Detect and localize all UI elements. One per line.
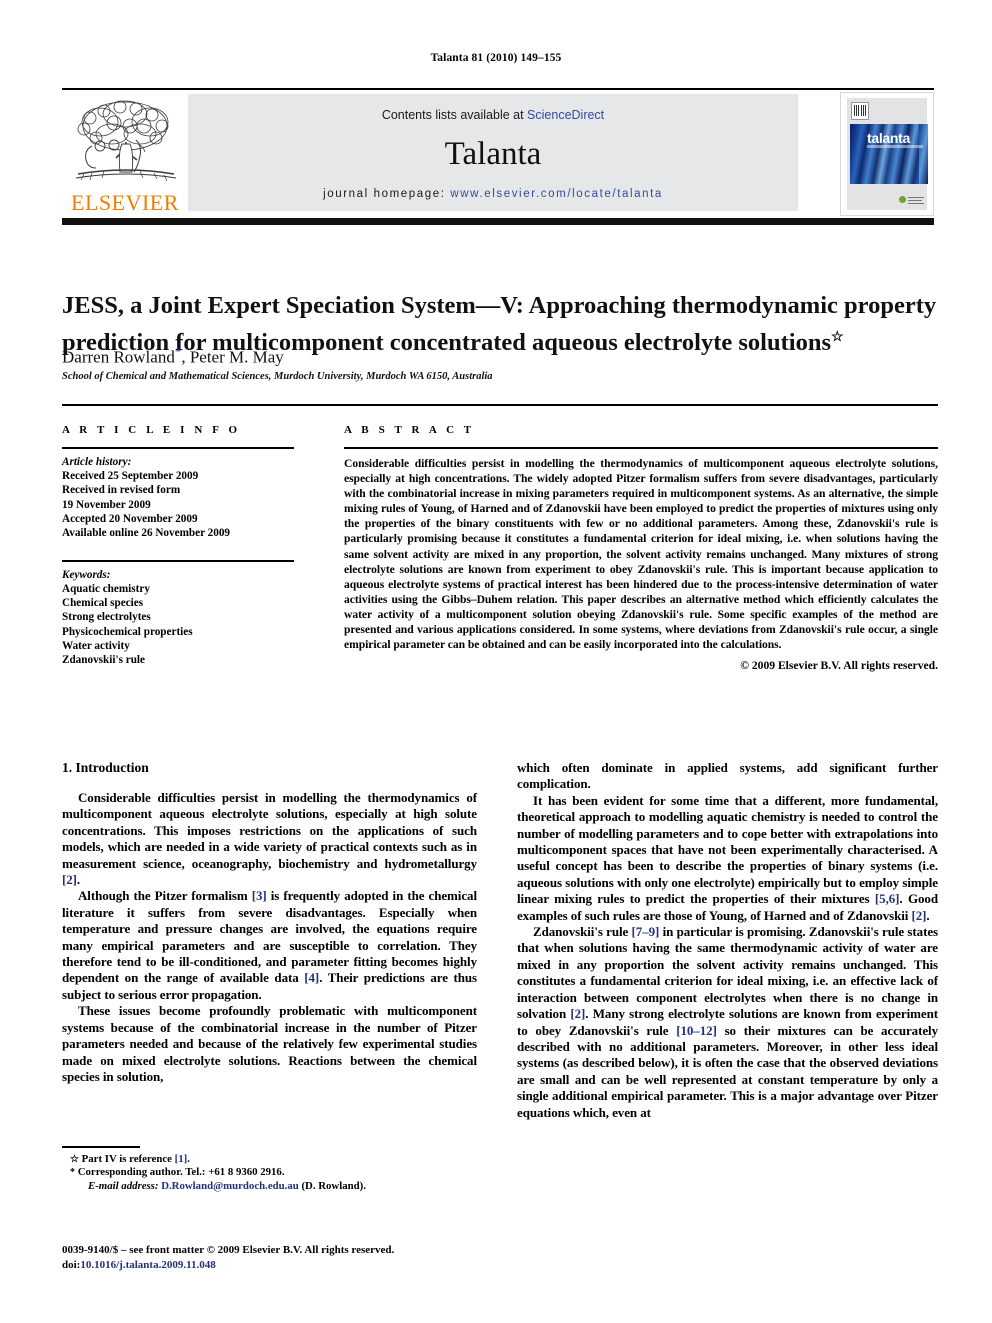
paragraph-text: Although the Pitzer formalism <box>78 888 252 904</box>
author-name-1: Darren Rowland <box>62 347 175 367</box>
citation-reference[interactable]: [3] <box>252 888 267 903</box>
section-heading-introduction: 1. Introduction <box>62 760 149 775</box>
footnote-part-text: Part IV is reference <box>81 1153 175 1165</box>
footnote-corresponding-author: * Corresponding author. Tel.: +61 8 9360… <box>62 1166 477 1179</box>
keyword-item: Zdanovskii's rule <box>62 653 145 666</box>
footnote-asterisk-marker: * <box>70 1167 75 1179</box>
keywords-heading: Keywords: <box>62 568 111 581</box>
elsevier-wordmark: ELSEVIER <box>71 190 179 215</box>
citation-reference[interactable]: [7–9] <box>632 924 660 939</box>
barcode-icon <box>851 102 869 120</box>
imprint-block: 0039-9140/$ – see front matter © 2009 El… <box>62 1243 492 1272</box>
article-history-item: 19 November 2009 <box>62 498 151 511</box>
doi-prefix: doi: <box>62 1258 81 1271</box>
doi-link[interactable]: 10.1016/j.talanta.2009.11.048 <box>80 1259 215 1271</box>
journal-cover-thumbnail: talanta <box>840 92 934 216</box>
abstract-text: Considerable difficulties persist in mod… <box>344 457 938 652</box>
contents-prefix-text: Contents lists available at <box>381 108 528 122</box>
paragraph: These issues become profoundly problemat… <box>62 1003 477 1085</box>
footnote-part-ref: [1] <box>174 1153 188 1165</box>
elsevier-logo: ELSEVIER <box>66 94 184 216</box>
citation-reference[interactable]: [2] <box>62 872 77 887</box>
doi-line: doi:10.1016/j.talanta.2009.11.048 <box>62 1258 492 1273</box>
abstract-copyright: © 2009 Elsevier B.V. All rights reserved… <box>740 659 938 673</box>
masthead-center-panel: Contents lists available at ScienceDirec… <box>188 94 798 211</box>
author-name-2: , Peter M. May <box>181 347 284 367</box>
footnote-email-line: E-mail address: D.Rowland@murdoch.edu.au… <box>62 1180 477 1193</box>
journal-title: Talanta <box>444 136 542 172</box>
body-left-column: 1. Introduction Considerable difficultie… <box>62 760 477 1085</box>
paragraph: Although the Pitzer formalism [3] is fre… <box>62 888 477 1003</box>
article-history-item: Accepted 20 November 2009 <box>62 512 198 525</box>
cover-artwork-edge <box>919 124 928 184</box>
keyword-item: Aquatic chemistry <box>62 582 150 595</box>
article-history-item: Available online 26 November 2009 <box>62 527 231 540</box>
paper-page: Talanta 81 (2010) 149–155 ELSEVIER Conte… <box>0 0 992 1323</box>
email-link[interactable]: D.Rowland@murdoch.edu.au <box>161 1180 299 1192</box>
elsevier-tree-icon <box>75 100 177 182</box>
article-info-rule <box>62 447 294 449</box>
citation-reference[interactable]: [2] <box>570 1006 585 1021</box>
homepage-label: journal homepage: <box>323 188 446 200</box>
footnote-part-suffix: . <box>187 1153 190 1165</box>
footnote-block: ☆ Part IV is reference [1]. * Correspond… <box>62 1153 477 1193</box>
contents-available-line: Contents lists available at ScienceDirec… <box>188 108 798 122</box>
keyword-item: Chemical species <box>62 597 144 610</box>
paragraph-text: which often dominate in applied systems,… <box>517 760 938 792</box>
journal-homepage-line: journal homepage: www.elsevier.com/locat… <box>188 188 798 200</box>
article-info-body: Article history: Received 25 September 2… <box>62 455 294 667</box>
right-column-paragraphs: which often dominate in applied systems,… <box>517 760 938 1121</box>
masthead-top-rule <box>62 88 934 90</box>
citation-reference[interactable]: [2] <box>911 908 926 923</box>
paragraph-text: . <box>76 872 81 888</box>
author-affiliation: School of Chemical and Mathematical Scie… <box>62 371 493 382</box>
email-owner-text: (D. Rowland). <box>301 1179 366 1192</box>
email-address-label: E-mail address: <box>88 1179 159 1192</box>
info-section-top-rule <box>62 404 938 406</box>
masthead-bottom-rule <box>62 218 934 225</box>
left-column-paragraphs: Considerable difficulties persist in mod… <box>62 790 477 1085</box>
footnote-part-iv: ☆ Part IV is reference [1]. <box>62 1153 477 1166</box>
article-info-column: A R T I C L E I N F O Article history: R… <box>62 424 294 667</box>
cover-wordmark: talanta <box>867 130 911 146</box>
article-history-item: Received 25 September 2009 <box>62 470 199 483</box>
issn-front-matter-line: 0039-9140/$ – see front matter © 2009 El… <box>62 1244 395 1256</box>
paragraph-text: These issues become profoundly problemat… <box>62 1003 477 1084</box>
journal-masthead: ELSEVIER Contents lists available at Sci… <box>62 88 934 225</box>
paragraph: which often dominate in applied systems,… <box>517 760 938 793</box>
sciencedirect-link[interactable]: ScienceDirect <box>527 108 604 122</box>
abstract-column: A B S T R A C T Considerable difficultie… <box>344 424 938 672</box>
footnote-star-marker: ☆ <box>70 1154 79 1165</box>
article-history-heading: Article history: <box>62 456 132 468</box>
journal-homepage-link[interactable]: www.elsevier.com/locate/talanta <box>450 188 663 200</box>
keywords-divider-rule <box>62 560 294 562</box>
paragraph-text: . <box>926 907 930 923</box>
citation-reference[interactable]: [10–12] <box>676 1023 717 1038</box>
article-info-label: A R T I C L E I N F O <box>62 424 241 436</box>
cover-subtitle-bar <box>867 145 923 148</box>
paragraph-text: Zdanovskii's rule <box>533 924 632 940</box>
paragraph: Considerable difficulties persist in mod… <box>62 790 477 888</box>
keyword-item: Water activity <box>62 639 130 652</box>
paragraph: It has been evident for some time that a… <box>517 793 938 924</box>
cover-logo-dot <box>899 196 906 203</box>
paragraph-text: Considerable difficulties persist in mod… <box>62 790 477 871</box>
footnote-rule <box>62 1146 140 1148</box>
abstract-rule <box>344 447 938 449</box>
paragraph: Zdanovskii's rule [7–9] in particular is… <box>517 924 938 1121</box>
author-list: Darren Rowland*, Peter M. May <box>62 344 938 368</box>
abstract-label: A B S T R A C T <box>344 424 475 436</box>
cover-publisher-logo <box>899 194 925 206</box>
keyword-item: Physicochemical properties <box>62 625 193 638</box>
keyword-item: Strong electrolytes <box>62 611 151 624</box>
article-history-item: Received in revised form <box>62 484 181 497</box>
citation-reference[interactable]: [5,6] <box>875 891 900 906</box>
paragraph-text: It has been evident for some time that a… <box>517 792 938 907</box>
footnote-corresponding-text: Corresponding author. Tel.: +61 8 9360 2… <box>77 1166 285 1179</box>
running-head: Talanta 81 (2010) 149–155 <box>430 52 562 64</box>
citation-reference[interactable]: [4] <box>304 970 319 985</box>
cover-inner: talanta <box>847 98 928 210</box>
body-right-column: which often dominate in applied systems,… <box>517 760 938 1121</box>
